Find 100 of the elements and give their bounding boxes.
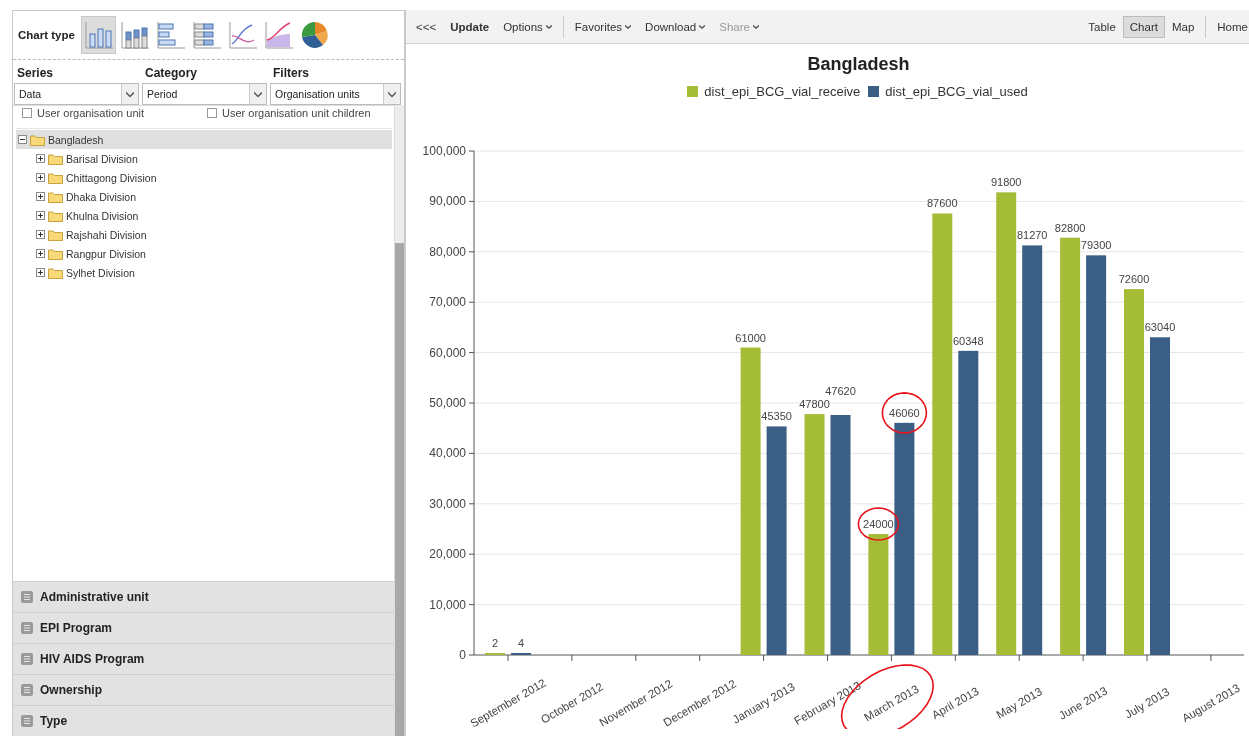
dropdown-field[interactable]: Data bbox=[14, 83, 139, 105]
home-link[interactable]: Home bbox=[1210, 15, 1249, 38]
data-label: 63040 bbox=[1144, 321, 1176, 334]
panel-header[interactable]: HIV AIDS Program bbox=[13, 643, 394, 674]
collapse-icon[interactable] bbox=[18, 135, 27, 144]
axis-tick-label: 20,000 bbox=[429, 547, 466, 562]
panel-header[interactable]: Administrative unit bbox=[13, 581, 394, 612]
column-chart-icon bbox=[83, 20, 114, 50]
dropdown-field[interactable]: Period bbox=[142, 83, 267, 105]
stacked-column-chart-icon bbox=[119, 20, 150, 50]
caret-icon bbox=[254, 90, 262, 98]
chart-title: Bangladesh bbox=[806, 54, 910, 75]
data-label: 47800 bbox=[799, 398, 830, 411]
tree-item-label: Dhaka Division bbox=[66, 190, 137, 203]
data-label: 87600 bbox=[927, 197, 958, 210]
expand-icon[interactable] bbox=[36, 268, 45, 277]
section-label: Chart type bbox=[18, 29, 76, 41]
tree-item-label: Khulna Division bbox=[66, 209, 139, 222]
caret-icon bbox=[699, 24, 706, 29]
list-icon bbox=[21, 591, 33, 603]
line-chart-icon bbox=[227, 20, 258, 50]
tree-item[interactable]: Khulna Division bbox=[34, 206, 392, 225]
dropdown-field[interactable]: Organisation units bbox=[270, 83, 401, 105]
list-icon bbox=[21, 684, 33, 696]
expand-icon[interactable] bbox=[36, 211, 45, 220]
checkbox-label: User organisation unit children bbox=[222, 106, 371, 119]
checkbox[interactable] bbox=[207, 107, 217, 118]
tree-item[interactable]: Bangladesh bbox=[16, 130, 392, 149]
field-label: Series bbox=[16, 66, 55, 82]
data-label: 46060 bbox=[889, 406, 920, 419]
axis-tick-label: 40,000 bbox=[429, 446, 466, 461]
checkbox[interactable] bbox=[22, 107, 32, 118]
data-label: 72600 bbox=[1118, 273, 1150, 286]
axis-tick-label: 100,000 bbox=[422, 144, 466, 158]
axis-tick-label: 50,000 bbox=[429, 396, 466, 410]
data-label: 2 bbox=[491, 637, 499, 649]
scrollbar[interactable] bbox=[394, 105, 404, 736]
stacked-bar-chart-icon bbox=[191, 20, 222, 50]
caret-icon bbox=[126, 90, 134, 98]
tree-item[interactable]: Barisal Division bbox=[34, 149, 392, 168]
toolbar-button[interactable]: Update bbox=[443, 15, 497, 38]
axis-tick-label: July 2013 bbox=[1122, 685, 1172, 721]
folder-icon bbox=[48, 152, 63, 165]
tree-item-label: Sylhet Division bbox=[66, 266, 135, 279]
data-label: 61000 bbox=[735, 331, 766, 344]
caret-icon bbox=[388, 90, 396, 98]
view-tab[interactable]: Table bbox=[1081, 15, 1123, 38]
menu-button[interactable]: Favorites bbox=[567, 15, 639, 38]
tree-item-label: Barisal Division bbox=[66, 152, 138, 165]
folder-icon bbox=[48, 266, 63, 279]
folder-icon bbox=[48, 209, 63, 222]
view-tab[interactable]: Chart bbox=[1122, 15, 1165, 38]
axis-tick-label: 0 bbox=[459, 648, 466, 662]
data-label: 91800 bbox=[990, 176, 1022, 189]
list-icon bbox=[21, 715, 33, 727]
folder-icon bbox=[48, 171, 63, 184]
expand-icon[interactable] bbox=[36, 249, 45, 258]
data-label: 81270 bbox=[1016, 229, 1048, 242]
tree-item[interactable]: Rangpur Division bbox=[34, 244, 392, 263]
field-label: Category bbox=[144, 66, 198, 82]
axis-tick-label: 60,000 bbox=[429, 345, 466, 360]
data-label: 24000 bbox=[863, 518, 894, 531]
menu-button[interactable]: Download bbox=[638, 15, 713, 38]
axis-tick-label: May 2013 bbox=[994, 685, 1045, 721]
caret-icon bbox=[625, 24, 632, 29]
data-label: 79300 bbox=[1080, 239, 1112, 252]
axis-tick-label: 70,000 bbox=[429, 295, 466, 310]
tree-item[interactable]: Rajshahi Division bbox=[34, 225, 392, 244]
panel-header[interactable]: Type bbox=[13, 705, 394, 736]
tree-item-label: Chittagong Division bbox=[66, 171, 157, 184]
folder-icon bbox=[30, 133, 45, 146]
data-label: 60348 bbox=[953, 334, 984, 347]
axis-tick-label: 80,000 bbox=[429, 244, 466, 259]
bar-chart-icon bbox=[155, 20, 186, 50]
folder-icon bbox=[48, 190, 63, 203]
legend-label: dist_epi_BCG_vial_used bbox=[885, 84, 1028, 99]
tree-item[interactable]: Dhaka Division bbox=[34, 187, 392, 206]
expand-icon[interactable] bbox=[36, 173, 45, 182]
area-chart-icon bbox=[263, 20, 294, 50]
expand-icon[interactable] bbox=[36, 154, 45, 163]
tree-item-label: Rajshahi Division bbox=[66, 228, 147, 241]
tree-item[interactable]: Chittagong Division bbox=[34, 168, 392, 187]
expand-icon[interactable] bbox=[36, 230, 45, 239]
list-icon bbox=[21, 653, 33, 665]
menu-button[interactable]: Options bbox=[496, 15, 559, 38]
expand-icon[interactable] bbox=[36, 192, 45, 201]
field-label: Filters bbox=[272, 66, 310, 82]
panel-header[interactable]: EPI Program bbox=[13, 612, 394, 643]
caret-icon bbox=[752, 24, 759, 29]
tree-item[interactable]: Sylhet Division bbox=[34, 263, 392, 282]
tree-item-label: Bangladesh bbox=[48, 133, 104, 146]
panel-header[interactable]: Ownership bbox=[13, 674, 394, 705]
axis-tick-label: June 2013 bbox=[1056, 684, 1110, 722]
checkbox-label: User organisation unit bbox=[37, 106, 144, 119]
axis-tick-label: 10,000 bbox=[429, 597, 466, 612]
axis-tick-label: 30,000 bbox=[429, 496, 466, 511]
toolbar-button[interactable]: <<< bbox=[409, 15, 444, 38]
pie-chart-icon bbox=[299, 20, 330, 50]
view-tab[interactable]: Map bbox=[1164, 15, 1202, 38]
axis-tick-label: 90,000 bbox=[429, 194, 466, 209]
